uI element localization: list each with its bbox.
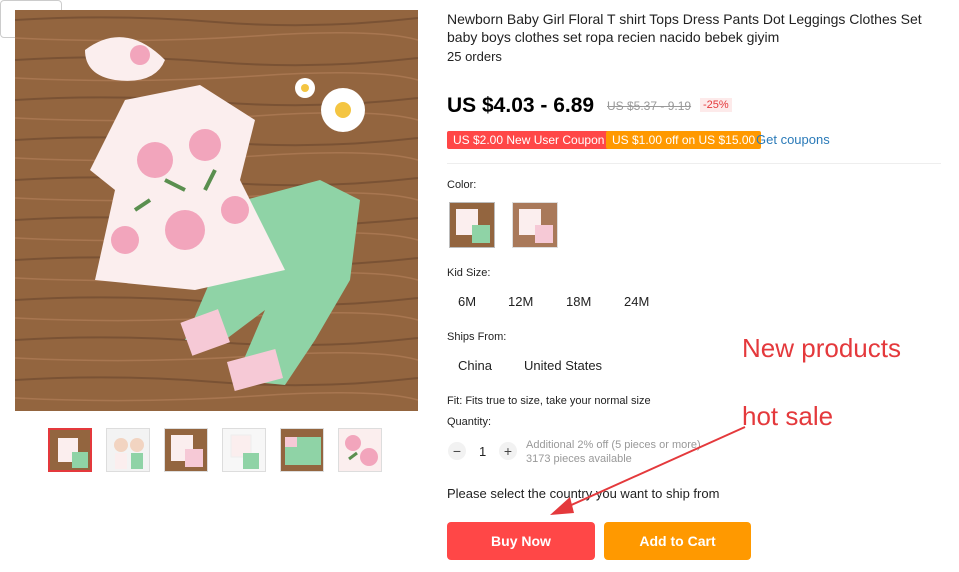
original-price: US $5.37 - 9.19 <box>607 99 692 113</box>
size-option-18m[interactable]: 18M <box>566 294 591 309</box>
new-user-coupon[interactable]: US $2.00 New User Coupon <box>447 131 611 149</box>
order-count: 25 orders <box>447 49 502 64</box>
thumbnail-1[interactable] <box>48 428 92 472</box>
thumbnail-image <box>50 430 90 470</box>
thumbnail-image <box>107 429 149 471</box>
get-coupons-link[interactable]: Get coupons <box>756 132 830 147</box>
color-option-green[interactable] <box>449 202 495 248</box>
quantity-increase-button[interactable]: + <box>499 442 517 460</box>
annotation-new-products: New products <box>742 333 901 363</box>
thumbnail-image <box>223 429 265 471</box>
annotation-arrow <box>550 426 746 515</box>
thumbnail-4[interactable] <box>222 428 266 472</box>
ships-from-label: Ships From: <box>447 331 507 343</box>
color-swatch-image <box>513 203 557 247</box>
thumbnail-2[interactable] <box>106 428 150 472</box>
divider <box>447 163 941 164</box>
size-option-24m[interactable]: 24M <box>624 294 649 309</box>
product-photo <box>15 10 418 411</box>
plus-icon: + <box>503 443 513 459</box>
thumbnail-image <box>281 429 323 471</box>
store-coupon[interactable]: US $1.00 off on US $15.00 <box>606 131 762 149</box>
discount-badge: -25% <box>700 98 732 112</box>
quantity-label: Quantity: <box>447 416 492 428</box>
size-label: Kid Size: <box>447 267 491 279</box>
quantity-decrease-button[interactable]: − <box>448 442 466 460</box>
color-swatch-image <box>450 203 494 247</box>
size-option-12m[interactable]: 12M <box>508 294 533 309</box>
ships-option-china[interactable]: China <box>458 358 492 373</box>
thumbnail-image <box>339 429 381 471</box>
size-option-6m[interactable]: 6M <box>458 294 476 309</box>
ships-option-united-states[interactable]: United States <box>524 358 602 373</box>
product-main-image[interactable] <box>15 10 418 411</box>
thumbnail-5[interactable] <box>280 428 324 472</box>
price: US $4.03 - 6.89 <box>447 94 595 117</box>
minus-icon: − <box>452 443 462 459</box>
product-title: Newborn Baby Girl Floral T shirt Tops Dr… <box>447 11 922 45</box>
color-label: Color: <box>447 179 477 191</box>
thumbnail-6[interactable] <box>338 428 382 472</box>
thumbnail-image <box>165 429 207 471</box>
thumbnail-3[interactable] <box>164 428 208 472</box>
fit-note: Fit: Fits true to size, take your normal… <box>447 395 651 407</box>
add-to-cart-button[interactable]: Add to Cart <box>604 522 751 560</box>
color-option-pink[interactable] <box>512 202 558 248</box>
buy-now-button[interactable]: Buy Now <box>447 522 595 560</box>
quantity-value[interactable]: 1 <box>479 444 486 459</box>
